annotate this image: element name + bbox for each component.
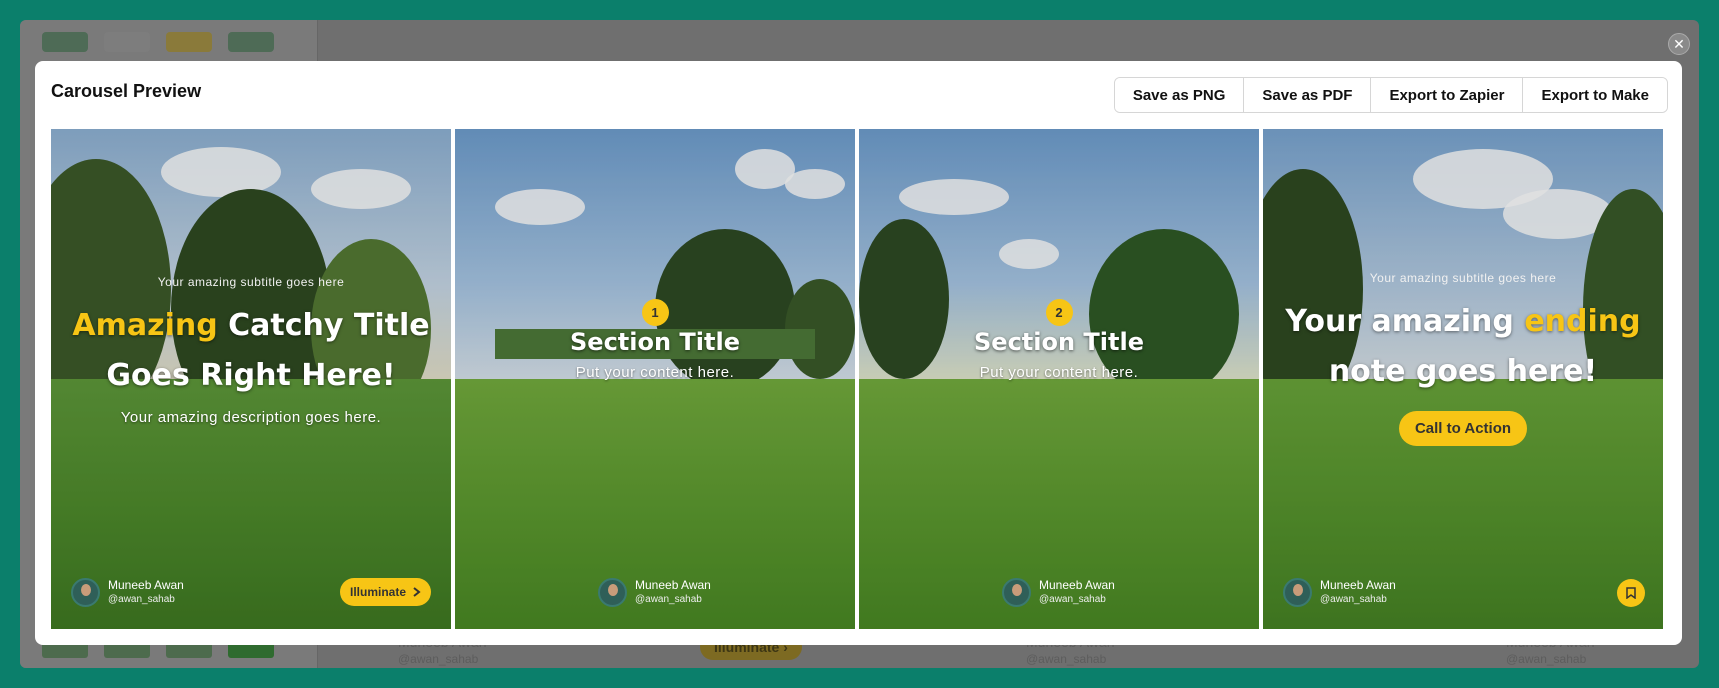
bookmark-button[interactable] [1617,579,1645,607]
slide-ending-content: Your amazing subtitle goes here Your ama… [1263,271,1663,446]
avatar [1002,577,1031,607]
avatar [1283,577,1312,607]
slide-section-content: 1 Section Title Put your content here. [455,299,855,381]
save-pdf-button[interactable]: Save as PDF [1244,78,1372,112]
color-swatch [166,32,212,52]
section-content: Put your content here. [979,364,1139,381]
avatar [598,577,627,607]
illuminate-button[interactable]: Illuminate [339,578,431,606]
author-block: Muneeb Awan @awan_sahab [1002,577,1115,607]
title-part1: Your amazing [1285,304,1525,339]
carousel-preview-modal: Carousel Preview Save as PNG Save as PDF… [35,61,1682,645]
slide-title: Amazing Catchy Title [51,301,451,351]
section-number-badge: 2 [1045,299,1073,326]
slide-subtitle: Your amazing subtitle goes here [157,275,345,289]
section-number-badge: 1 [641,299,669,326]
slide-title-line2: Goes Right Here! [106,358,396,393]
author-block: Muneeb Awan @awan_sahab [1283,577,1396,607]
section-title: Section Title [974,328,1144,356]
call-to-action-button[interactable]: Call to Action [1398,411,1528,446]
author-handle: @awan_sahab [635,594,702,605]
slide-intro-content: Your amazing subtitle goes here Amazing … [51,275,451,426]
avatar [71,577,100,607]
color-swatch [42,32,88,52]
slide-section-1[interactable]: 1 Section Title Put your content here. M… [455,129,855,629]
title-rest: Catchy Title [217,308,430,343]
color-swatch [104,32,150,52]
title-accent: ending [1524,304,1641,339]
carousel-slides: Your amazing subtitle goes here Amazing … [51,129,1663,629]
slide-title: Your amazing ending [1263,297,1663,347]
export-zapier-button[interactable]: Export to Zapier [1371,78,1524,112]
author-name: Muneeb Awan [1320,578,1396,592]
author-handle: @awan_sahab [108,594,175,605]
modal-title: Carousel Preview [51,81,202,101]
color-swatch [228,32,274,52]
author-block: Muneeb Awan @awan_sahab [598,577,711,607]
slide-ending[interactable]: Your amazing subtitle goes here Your ama… [1263,129,1663,629]
ghost-author-handle: @awan_sahab [1026,652,1107,666]
author-name: Muneeb Awan [1039,578,1115,592]
slide-description: Your amazing description goes here. [120,409,382,426]
slide-intro[interactable]: Your amazing subtitle goes here Amazing … [51,129,451,629]
slide-section-content: 2 Section Title Put your content here. [859,299,1259,381]
bookmark-icon [1626,587,1636,599]
author-name: Muneeb Awan [635,578,711,592]
export-make-button[interactable]: Export to Make [1523,78,1667,112]
author-block: Muneeb Awan @awan_sahab [71,577,184,607]
slide-section-2[interactable]: 2 Section Title Put your content here. M… [859,129,1259,629]
title-accent: Amazing [72,308,218,343]
author-handle: @awan_sahab [1320,594,1387,605]
ghost-author-handle: @awan_sahab [398,652,479,666]
slide-subtitle: Your amazing subtitle goes here [1369,271,1557,285]
chevron-right-icon [413,587,421,597]
illuminate-label: Illuminate [349,585,406,599]
slide-title-line2: note goes here! [1328,354,1598,389]
export-toolbar: Save as PNG Save as PDF Export to Zapier… [1113,77,1668,113]
section-title: Section Title [570,328,740,356]
close-icon[interactable]: ✕ [1668,33,1690,55]
author-handle: @awan_sahab [1039,594,1106,605]
save-png-button[interactable]: Save as PNG [1114,78,1245,112]
section-content: Put your content here. [575,364,735,381]
author-name: Muneeb Awan [108,578,184,592]
ghost-author-handle: @awan_sahab [1506,652,1587,666]
